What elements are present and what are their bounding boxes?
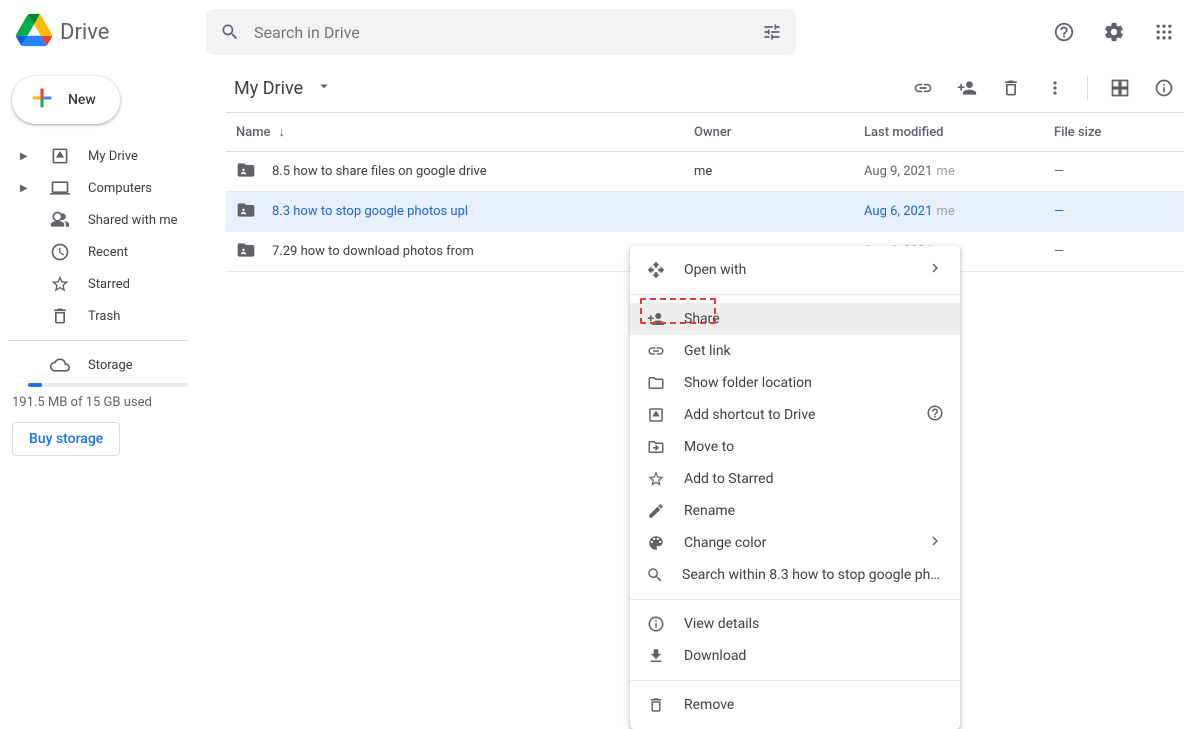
get-link-button[interactable] bbox=[903, 68, 943, 108]
col-size-header[interactable]: File size bbox=[1054, 125, 1184, 140]
delete-button[interactable] bbox=[991, 68, 1031, 108]
file-name: 8.5 how to share files on google drive bbox=[272, 164, 487, 179]
person-add-icon bbox=[646, 309, 666, 329]
size-cell: — bbox=[1054, 204, 1184, 219]
menu-get-link[interactable]: Get link bbox=[630, 335, 960, 367]
search-icon bbox=[218, 20, 242, 44]
shared-icon bbox=[50, 210, 70, 230]
folder-icon bbox=[646, 373, 666, 393]
cloud-icon bbox=[50, 355, 70, 375]
file-name: 7.29 how to download photos from bbox=[272, 244, 474, 259]
col-name-header[interactable]: Name ↓ bbox=[226, 124, 694, 140]
shared-folder-icon bbox=[236, 200, 256, 224]
storage-text: 191.5 MB of 15 GB used bbox=[12, 395, 202, 410]
drive-logo-icon bbox=[16, 12, 52, 52]
move-icon bbox=[646, 437, 666, 457]
sidebar: New ▶ My Drive ▶ Computers Shared with m… bbox=[0, 64, 210, 580]
location-label: My Drive bbox=[234, 78, 303, 99]
apps-button[interactable] bbox=[1144, 12, 1184, 52]
shared-folder-icon bbox=[236, 240, 256, 264]
menu-open-with[interactable]: Open with bbox=[630, 254, 960, 286]
context-menu: Open with Share Get link Show folder loc… bbox=[630, 246, 960, 729]
file-name: 8.3 how to stop google photos upl bbox=[272, 204, 468, 219]
search-icon bbox=[646, 565, 664, 585]
menu-move-to[interactable]: Move to bbox=[630, 431, 960, 463]
owner-cell: me bbox=[694, 164, 864, 179]
help-icon bbox=[926, 404, 944, 426]
settings-button[interactable] bbox=[1094, 12, 1134, 52]
modified-cell: Aug 9, 2021me bbox=[864, 164, 1054, 179]
menu-download[interactable]: Download bbox=[630, 640, 960, 672]
search-bar[interactable] bbox=[206, 9, 796, 55]
sidebar-item-storage[interactable]: Storage bbox=[8, 349, 202, 381]
size-cell: — bbox=[1054, 244, 1184, 259]
menu-remove[interactable]: Remove bbox=[630, 689, 960, 721]
drive-logo[interactable]: Drive bbox=[16, 12, 206, 52]
palette-icon bbox=[646, 533, 666, 553]
divider bbox=[630, 294, 960, 295]
sidebar-item-my-drive[interactable]: ▶ My Drive bbox=[8, 140, 202, 172]
my-drive-icon bbox=[50, 146, 70, 166]
table-row[interactable]: 8.3 how to stop google photos upl Aug 6, … bbox=[226, 192, 1184, 232]
sidebar-item-starred[interactable]: Starred bbox=[8, 268, 202, 300]
menu-rename[interactable]: Rename bbox=[630, 495, 960, 527]
chevron-down-icon bbox=[315, 77, 333, 100]
arrow-down-icon: ↓ bbox=[279, 124, 286, 140]
sidebar-item-shared[interactable]: Shared with me bbox=[8, 204, 202, 236]
new-button[interactable]: New bbox=[12, 76, 120, 124]
table-row[interactable]: 8.5 how to share files on google drive me… bbox=[226, 152, 1184, 192]
view-grid-button[interactable] bbox=[1100, 68, 1140, 108]
divider bbox=[8, 340, 188, 341]
app-name: Drive bbox=[60, 20, 109, 45]
search-input[interactable] bbox=[254, 23, 748, 42]
trash-icon bbox=[50, 306, 70, 326]
modified-cell: Aug 6, 2021me bbox=[864, 204, 1054, 219]
new-button-label: New bbox=[68, 92, 96, 108]
star-icon bbox=[50, 274, 70, 294]
sidebar-item-trash[interactable]: Trash bbox=[8, 300, 202, 332]
menu-search-within[interactable]: Search within 8.3 how to stop google pho… bbox=[630, 559, 960, 591]
star-icon bbox=[646, 469, 666, 489]
buy-storage-button[interactable]: Buy storage bbox=[12, 422, 120, 456]
caret-icon: ▶ bbox=[20, 183, 32, 194]
sidebar-item-recent[interactable]: Recent bbox=[8, 236, 202, 268]
divider bbox=[630, 599, 960, 600]
storage-bar bbox=[28, 383, 188, 387]
info-icon bbox=[646, 614, 666, 634]
plus-icon bbox=[28, 84, 56, 116]
more-button[interactable] bbox=[1035, 68, 1075, 108]
shortcut-icon bbox=[646, 405, 666, 425]
help-button[interactable] bbox=[1044, 12, 1084, 52]
divider bbox=[1087, 76, 1088, 100]
tune-icon[interactable] bbox=[760, 20, 784, 44]
menu-change-color[interactable]: Change color bbox=[630, 527, 960, 559]
column-headers: Name ↓ Owner Last modified File size bbox=[226, 112, 1184, 152]
col-owner-header[interactable]: Owner bbox=[694, 125, 864, 140]
menu-add-starred[interactable]: Add to Starred bbox=[630, 463, 960, 495]
divider bbox=[630, 680, 960, 681]
share-button[interactable] bbox=[947, 68, 987, 108]
menu-share[interactable]: Share bbox=[630, 303, 960, 335]
details-button[interactable] bbox=[1144, 68, 1184, 108]
shared-folder-icon bbox=[236, 160, 256, 184]
trash-icon bbox=[646, 695, 666, 715]
chevron-right-icon bbox=[926, 259, 944, 281]
edit-icon bbox=[646, 501, 666, 521]
menu-view-details[interactable]: View details bbox=[630, 608, 960, 640]
col-modified-header[interactable]: Last modified bbox=[864, 125, 1054, 140]
size-cell: — bbox=[1054, 164, 1184, 179]
computers-icon bbox=[50, 178, 70, 198]
link-icon bbox=[646, 341, 666, 361]
open-with-icon bbox=[646, 260, 666, 280]
chevron-right-icon bbox=[926, 532, 944, 554]
caret-icon: ▶ bbox=[20, 151, 32, 162]
location-dropdown[interactable]: My Drive bbox=[226, 73, 341, 104]
recent-icon bbox=[50, 242, 70, 262]
download-icon bbox=[646, 646, 666, 666]
menu-show-folder[interactable]: Show folder location bbox=[630, 367, 960, 399]
sidebar-item-computers[interactable]: ▶ Computers bbox=[8, 172, 202, 204]
menu-add-shortcut[interactable]: Add shortcut to Drive bbox=[630, 399, 960, 431]
